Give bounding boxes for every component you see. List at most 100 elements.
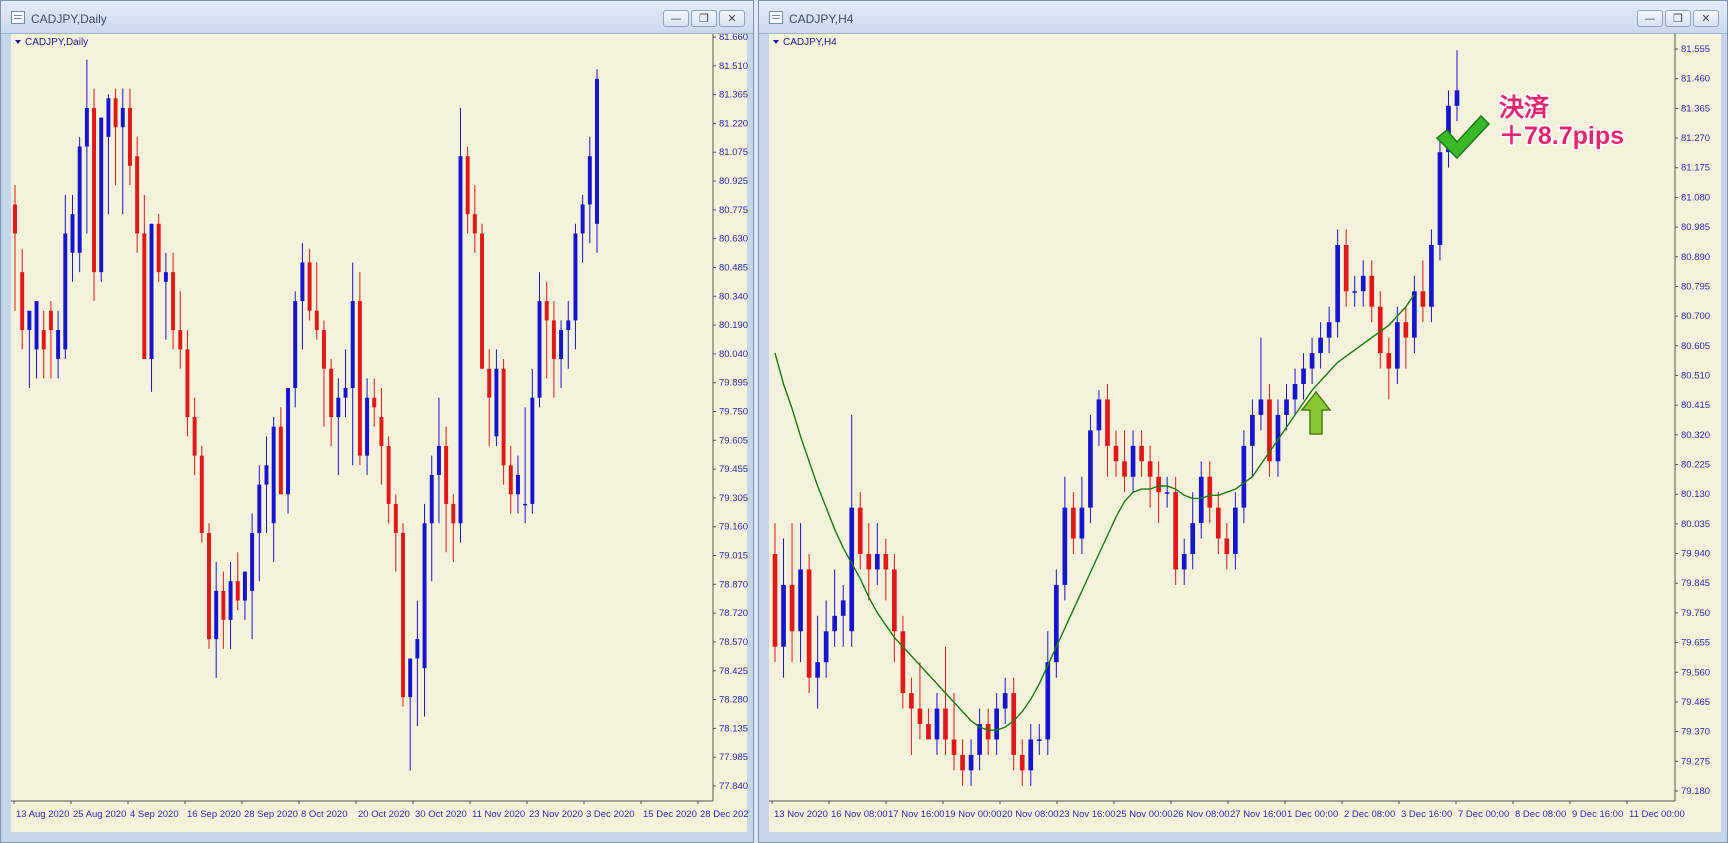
bear-candle[interactable] (909, 693, 914, 709)
bear-candle[interactable] (487, 368, 492, 398)
bear-candle[interactable] (985, 724, 991, 740)
bull-candle[interactable] (1284, 399, 1289, 415)
bull-candle[interactable] (1250, 414, 1255, 446)
bear-candle[interactable] (551, 320, 556, 360)
bear-candle[interactable] (472, 214, 477, 234)
bear-candle[interactable] (1207, 476, 1213, 508)
bull-candle[interactable] (849, 507, 855, 632)
bear-candle[interactable] (221, 590, 226, 620)
bear-candle[interactable] (1369, 275, 1375, 307)
bear-candle[interactable] (372, 397, 377, 408)
window-titlebar[interactable]: CADJPY,H4 — ❐ ✕ (759, 1, 1727, 34)
bear-candle[interactable] (329, 368, 334, 417)
bull-candle[interactable] (1360, 275, 1366, 292)
bull-candle[interactable] (1258, 399, 1264, 415)
bull-candle[interactable] (422, 523, 427, 669)
bear-candle[interactable] (207, 532, 211, 640)
bull-candle[interactable] (1437, 152, 1443, 245)
bear-candle[interactable] (321, 330, 326, 369)
bear-candle[interactable] (943, 708, 948, 740)
bear-candle[interactable] (92, 107, 97, 273)
bull-candle[interactable] (580, 204, 585, 234)
bull-candle[interactable] (515, 474, 520, 495)
restore-button[interactable]: ❐ (1665, 10, 1691, 27)
bear-candle[interactable] (1215, 507, 1221, 539)
bear-candle[interactable] (171, 272, 176, 331)
bull-candle[interactable] (1028, 739, 1034, 771)
bull-candle[interactable] (1181, 554, 1187, 570)
bull-candle[interactable] (977, 724, 982, 755)
bull-candle[interactable] (494, 368, 499, 437)
bull-candle[interactable] (595, 78, 599, 224)
bear-candle[interactable] (142, 233, 147, 360)
bear-candle[interactable] (917, 708, 923, 724)
bull-candle[interactable] (350, 301, 355, 389)
bull-candle[interactable] (1164, 492, 1170, 494)
bull-candle[interactable] (257, 484, 262, 533)
bull-candle[interactable] (874, 554, 880, 570)
bull-candle[interactable] (968, 754, 974, 771)
bull-candle[interactable] (798, 569, 803, 632)
bear-candle[interactable] (806, 569, 812, 678)
bear-candle[interactable] (192, 417, 197, 456)
bull-candle[interactable] (587, 156, 592, 205)
bear-candle[interactable] (892, 569, 897, 632)
bull-candle[interactable] (781, 584, 786, 647)
bull-candle[interactable] (1198, 476, 1204, 524)
bull-candle[interactable] (228, 581, 233, 620)
bear-candle[interactable] (1071, 507, 1076, 539)
bull-candle[interactable] (214, 590, 219, 640)
bear-candle[interactable] (1173, 492, 1179, 570)
window-titlebar[interactable]: CADJPY,Daily — ❐ ✕ (1, 1, 753, 34)
bear-candle[interactable] (1147, 461, 1153, 477)
bear-candle[interactable] (1113, 445, 1119, 462)
bull-candle[interactable] (934, 708, 940, 740)
bear-candle[interactable] (41, 330, 46, 350)
bear-candle[interactable] (544, 301, 549, 321)
bull-candle[interactable] (559, 330, 564, 360)
bull-candle[interactable] (1130, 445, 1136, 477)
bull-candle[interactable] (1412, 291, 1417, 338)
bear-candle[interactable] (135, 156, 140, 234)
bull-candle[interactable] (242, 571, 247, 601)
bull-candle[interactable] (429, 474, 434, 524)
bear-candle[interactable] (1019, 754, 1025, 771)
bull-candle[interactable] (436, 445, 441, 475)
bear-candle[interactable] (185, 349, 190, 417)
bear-candle[interactable] (127, 107, 132, 166)
bull-candle[interactable] (408, 658, 413, 698)
bear-candle[interactable] (13, 204, 17, 234)
bear-candle[interactable] (113, 98, 118, 128)
bull-candle[interactable] (264, 465, 269, 485)
bear-candle[interactable] (1343, 244, 1349, 292)
close-button[interactable]: ✕ (719, 10, 745, 27)
bull-candle[interactable] (537, 301, 542, 398)
chart-window-daily[interactable]: CADJPY,Daily — ❐ ✕ CADJPY,Daily 81.660 81.… (0, 0, 754, 843)
bull-candle[interactable] (415, 639, 420, 659)
bear-candle[interactable] (501, 368, 506, 466)
bear-candle[interactable] (278, 426, 283, 495)
bull-candle[interactable] (271, 426, 276, 524)
bull-candle[interactable] (1429, 244, 1434, 307)
bear-candle[interactable] (20, 272, 25, 331)
minimize-button[interactable]: — (1637, 10, 1663, 27)
bear-candle[interactable] (451, 503, 456, 524)
bear-candle[interactable] (393, 503, 398, 533)
bear-candle[interactable] (866, 554, 872, 570)
bear-candle[interactable] (48, 310, 53, 331)
minimize-button[interactable]: — (663, 10, 689, 27)
bull-candle[interactable] (823, 631, 829, 663)
bull-candle[interactable] (343, 388, 348, 398)
bear-candle[interactable] (386, 445, 391, 504)
bull-candle[interactable] (1301, 368, 1306, 384)
bear-candle[interactable] (1403, 322, 1409, 338)
chart-area-daily[interactable]: CADJPY,Daily 81.660 81.510 81.365 81.220 81.0… (11, 32, 754, 834)
candlestick-chart-daily[interactable]: CADJPY,Daily 81.660 81.510 81.365 81.220 81.0… (11, 32, 754, 834)
bull-candle[interactable] (77, 146, 82, 253)
bull-candle[interactable] (63, 233, 68, 350)
bear-candle[interactable] (772, 554, 778, 647)
chart-window-h4[interactable]: CADJPY,H4 — ❐ ✕ CADJPY,H4 81.555 81.460 81.… (758, 0, 1728, 843)
bull-candle[interactable] (120, 107, 125, 128)
bull-candle[interactable] (1096, 399, 1102, 431)
bull-candle[interactable] (1352, 291, 1358, 293)
